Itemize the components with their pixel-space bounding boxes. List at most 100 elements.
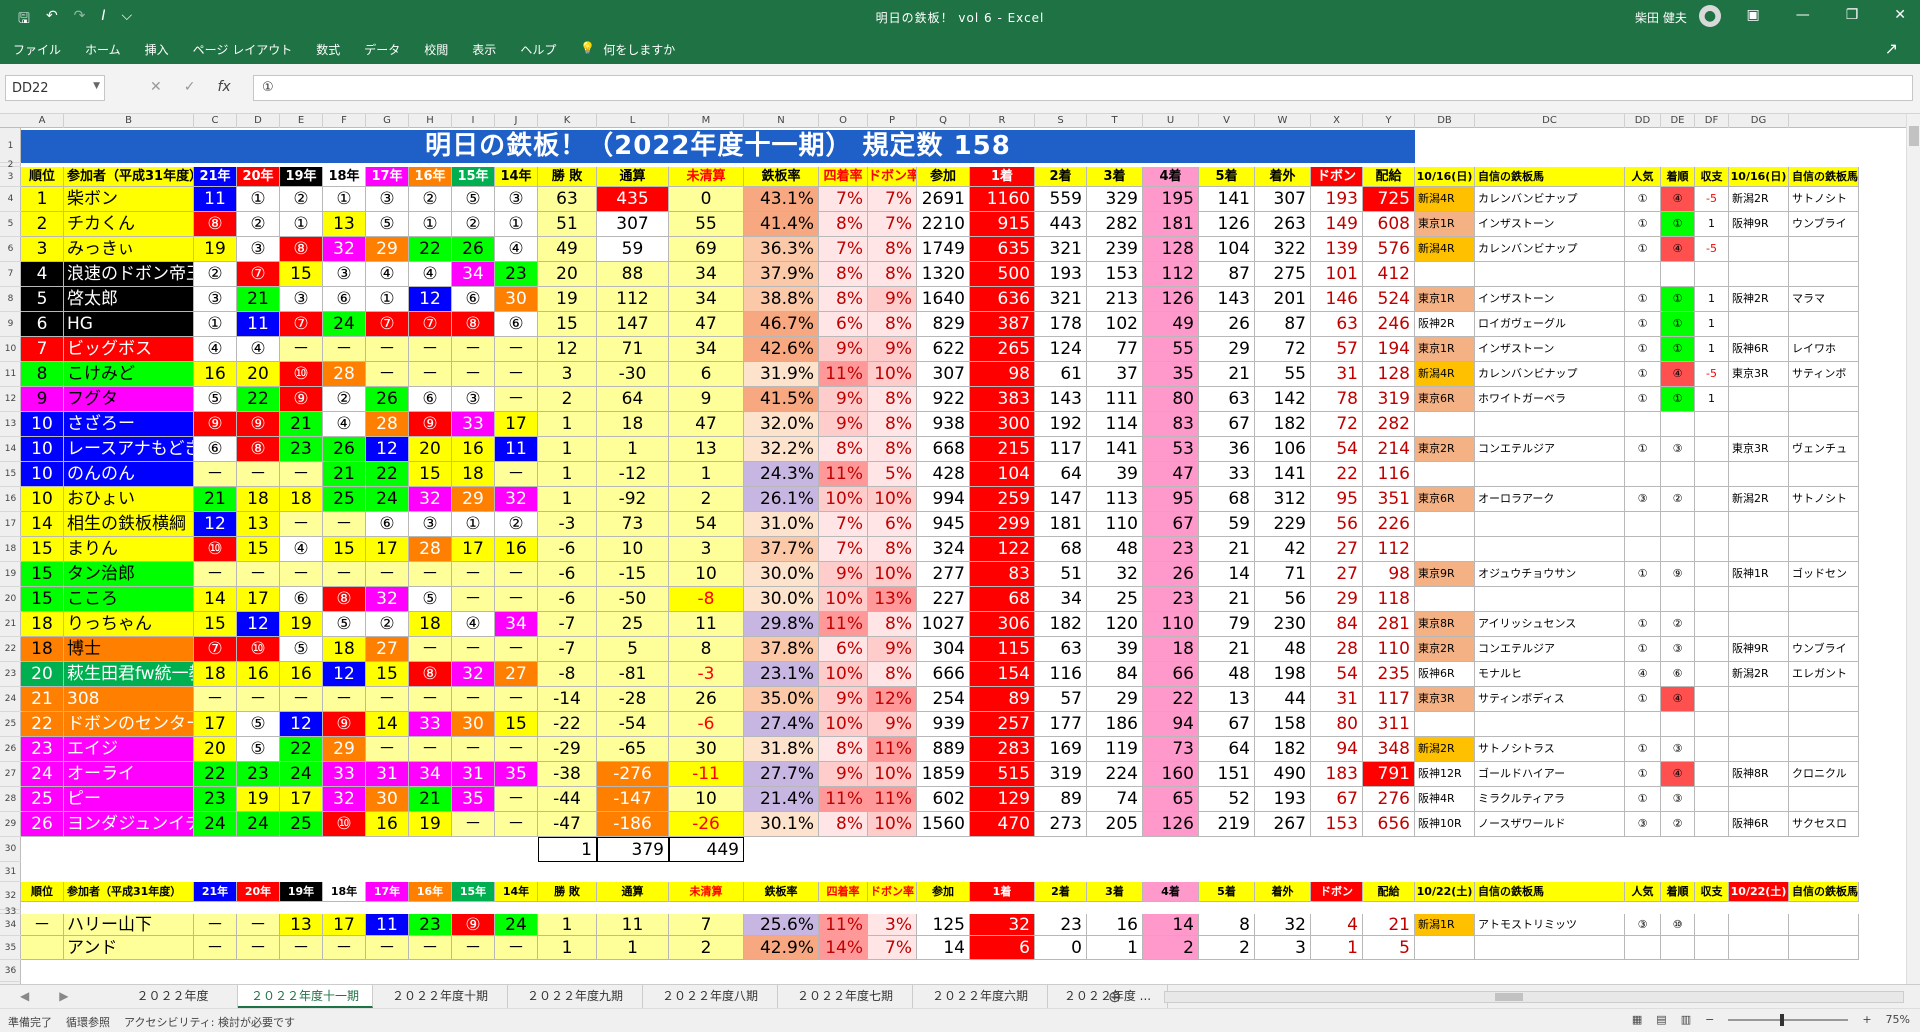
history-cell[interactable]: 17 [194, 712, 237, 737]
finish[interactable]: ③ [1661, 437, 1695, 462]
horse-name[interactable]: ホワイトガーベラ [1475, 387, 1625, 412]
participation[interactable]: 622 [917, 337, 970, 362]
dobon-count[interactable]: 153 [1311, 812, 1363, 837]
history-cell[interactable]: 27 [366, 637, 409, 662]
place-count[interactable]: 37 [1087, 362, 1143, 387]
place-count[interactable]: 73 [1143, 737, 1199, 762]
first-place[interactable]: 83 [970, 562, 1035, 587]
horse-name[interactable]: アトモストリミッツ [1475, 914, 1625, 936]
place-count[interactable]: 80 [1143, 387, 1199, 412]
win-rate[interactable]: 38.8% [744, 287, 819, 312]
column-header[interactable]: U [1143, 114, 1199, 128]
history-cell[interactable]: 21 [409, 787, 452, 812]
win-rate[interactable]: 37.9% [744, 262, 819, 287]
normal-view-icon[interactable]: ▦ [1632, 1013, 1642, 1026]
participation[interactable]: 1560 [917, 812, 970, 837]
race-cell[interactable]: 新潟4R [1415, 187, 1475, 212]
place-count[interactable]: 34 [1035, 587, 1087, 612]
horse-name[interactable] [1475, 262, 1625, 287]
history-cell[interactable]: 17 [495, 412, 538, 437]
header-cell[interactable]: 参加者（平成31年度） [64, 882, 194, 902]
history-cell[interactable]: 18 [452, 462, 495, 487]
place-count[interactable]: 25 [1087, 587, 1143, 612]
ribbon-tab-1[interactable]: ホーム [85, 41, 121, 58]
history-cell[interactable]: 23 [280, 437, 323, 462]
win-rate[interactable]: 25.6% [744, 914, 819, 936]
wins-losses[interactable]: 1 [538, 914, 597, 936]
dobon-rate[interactable]: 7% [868, 187, 917, 212]
horse-name[interactable]: インザストーン [1475, 287, 1625, 312]
history-cell[interactable]: － [194, 936, 237, 960]
row-header[interactable]: 1 [0, 130, 21, 163]
header-cell[interactable]: 2着 [1035, 167, 1087, 187]
unsettled-cell[interactable]: 26 [669, 687, 744, 712]
place-count[interactable]: 201 [1255, 287, 1311, 312]
place-count[interactable]: 89 [1035, 787, 1087, 812]
unsettled-cell[interactable]: 11 [669, 612, 744, 637]
sheet-tab[interactable]: ２０２２年度十期 [373, 985, 508, 1008]
history-cell[interactable]: ③ [366, 187, 409, 212]
history-cell[interactable]: 24 [280, 762, 323, 787]
fourth-rate[interactable]: 7% [819, 512, 868, 537]
wins-losses[interactable]: -38 [538, 762, 597, 787]
tab-next-icon[interactable]: ▶ [59, 989, 68, 1003]
place-count[interactable]: 56 [1255, 587, 1311, 612]
balance[interactable]: 1 [1695, 287, 1729, 312]
place-count[interactable]: 23 [1035, 914, 1087, 936]
fourth-rate[interactable]: 10% [819, 487, 868, 512]
history-cell[interactable]: ④ [366, 262, 409, 287]
history-cell[interactable]: － [194, 462, 237, 487]
horse-name[interactable]: ヴェンチュ [1789, 437, 1859, 462]
win-rate[interactable]: 32.2% [744, 437, 819, 462]
header-cell[interactable]: 着外 [1255, 167, 1311, 187]
first-place[interactable]: 257 [970, 712, 1035, 737]
row-header[interactable]: 10 [0, 337, 21, 362]
history-cell[interactable]: 11 [237, 312, 280, 337]
win-rate[interactable]: 23.1% [744, 662, 819, 687]
payout[interactable]: 118 [1363, 587, 1415, 612]
place-count[interactable]: 14 [1143, 914, 1199, 936]
rank-cell[interactable]: 23 [21, 737, 64, 762]
header-cell[interactable]: 21年 [194, 882, 237, 902]
history-cell[interactable]: － [452, 637, 495, 662]
wins-losses[interactable]: 1 [538, 462, 597, 487]
sheet-tab[interactable]: ２０２２年度九期 [508, 985, 643, 1008]
win-rate[interactable]: 42.6% [744, 337, 819, 362]
race-cell[interactable]: 阪神6R [1729, 337, 1789, 362]
place-count[interactable]: 79 [1199, 612, 1255, 637]
finish[interactable]: ④ [1661, 237, 1695, 262]
race-cell[interactable]: 阪神10R [1415, 812, 1475, 837]
column-header[interactable]: R [970, 114, 1035, 128]
participation[interactable]: 307 [917, 362, 970, 387]
place-count[interactable]: 195 [1143, 187, 1199, 212]
history-cell[interactable]: 30 [452, 712, 495, 737]
unsettled-cell[interactable]: 6 [669, 362, 744, 387]
finish[interactable]: ⑨ [1661, 562, 1695, 587]
rank-cell[interactable]: 4 [21, 262, 64, 287]
wins-losses[interactable]: 20 [538, 262, 597, 287]
horse-name[interactable] [1789, 387, 1859, 412]
history-cell[interactable]: ⑧ [194, 212, 237, 237]
participation[interactable]: 428 [917, 462, 970, 487]
total-cell[interactable]: 1 [597, 936, 669, 960]
place-count[interactable]: 282 [1087, 212, 1143, 237]
history-cell[interactable]: 26 [452, 237, 495, 262]
participant-name[interactable]: オーライ [64, 762, 194, 787]
history-cell[interactable]: － [495, 462, 538, 487]
accessibility-status[interactable]: アクセシビリティ: 検討が必要です [124, 1014, 295, 1030]
horse-name[interactable] [1789, 587, 1859, 612]
dobon-rate[interactable]: 12% [868, 687, 917, 712]
history-cell[interactable]: － [323, 687, 366, 712]
history-cell[interactable]: － [323, 562, 366, 587]
history-cell[interactable]: ⑤ [237, 712, 280, 737]
popularity[interactable]: ① [1625, 187, 1661, 212]
history-cell[interactable]: － [495, 812, 538, 837]
column-header[interactable]: C [194, 114, 237, 128]
horse-name[interactable] [1789, 737, 1859, 762]
fourth-rate[interactable]: 14% [819, 936, 868, 960]
horse-name[interactable] [1475, 712, 1625, 737]
row-header[interactable]: 34 [0, 914, 21, 936]
row-header[interactable]: 22 [0, 637, 21, 662]
header-cell[interactable]: 2着 [1035, 882, 1087, 902]
header-cell[interactable]: 10/16(日) [1415, 167, 1475, 187]
